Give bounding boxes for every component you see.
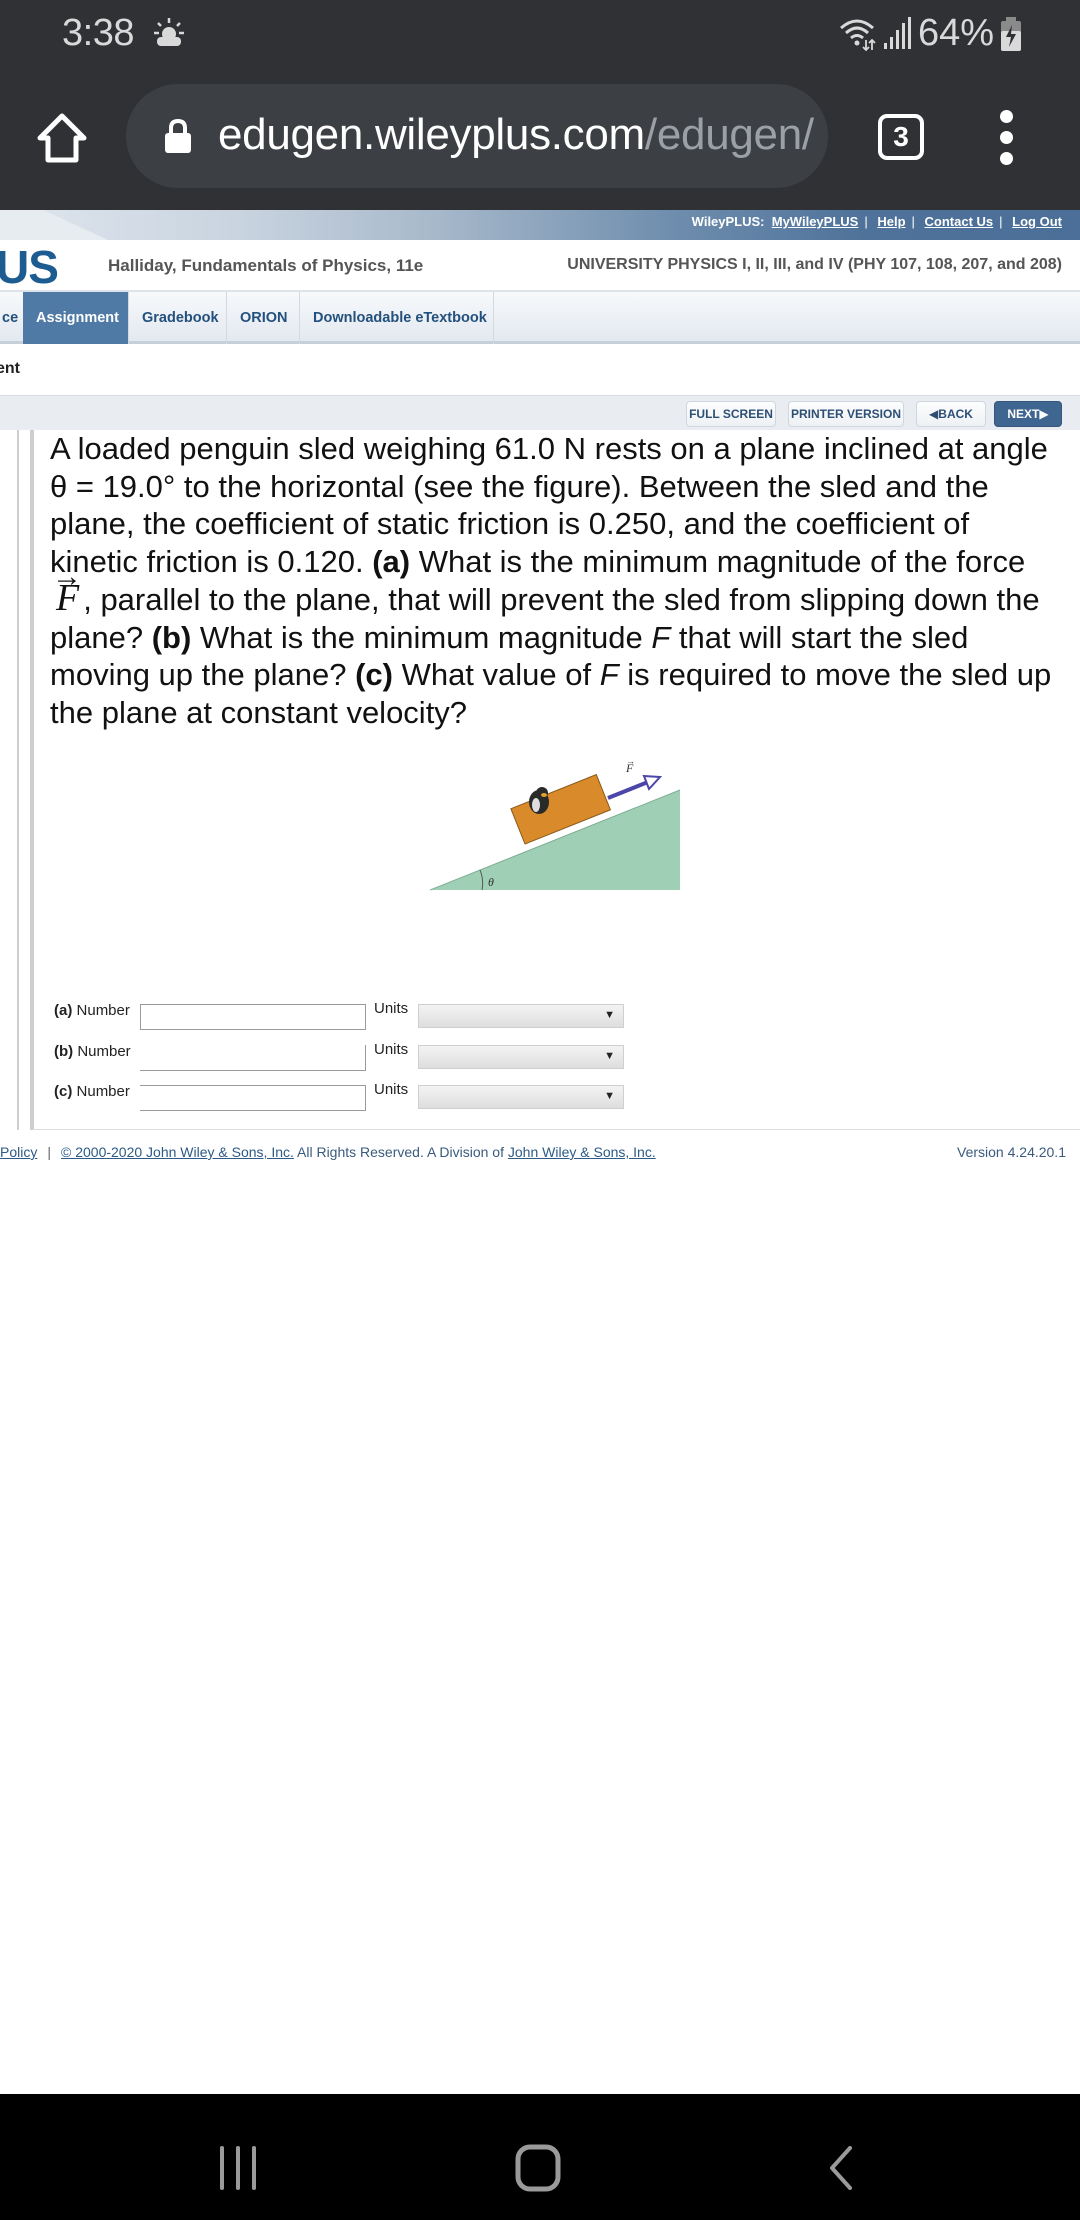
main-nav: ce Assignment Gradebook ORION Downloadab… (0, 292, 1080, 344)
force-vector-symbol: → F (52, 560, 82, 618)
answer-label: (b) Number (54, 1043, 131, 1060)
version-text: Version 4.24.20.1 (957, 1144, 1066, 1160)
recents-icon[interactable] (218, 2146, 262, 2190)
tab-downloadable-etextbook[interactable]: Downloadable eTextbook (300, 292, 494, 344)
next-button[interactable]: NEXT▶ (994, 401, 1062, 427)
utility-links-prefix: WileyPLUS: (691, 214, 765, 229)
utility-links: WileyPLUS: MyWileyPLUS | Help | Contact Us… (691, 214, 1062, 229)
question-text: A loaded penguin sled weighing 61.0 N re… (50, 430, 1060, 731)
book-title: Halliday, Fundamentals of Physics, 11e (108, 256, 424, 275)
mywileyplus-link[interactable]: MyWileyPLUS (772, 214, 859, 229)
answer-label: (a) Number (54, 1002, 130, 1019)
number-label: Number (77, 1043, 131, 1060)
battery-charging-icon (1001, 16, 1021, 51)
contact-us-link[interactable]: Contact Us (925, 214, 994, 229)
answer-b-units-select[interactable]: ▼ (418, 1045, 624, 1069)
full-screen-button[interactable]: FULL SCREEN (686, 401, 776, 427)
answer-label: (c) Number (54, 1083, 130, 1100)
address-bar[interactable]: edugen.wileyplus.com/edugen/ (126, 84, 828, 188)
copyright-link[interactable]: © 2000-2020 John Wiley & Sons, Inc. (61, 1144, 294, 1160)
angle-label: θ (488, 875, 494, 889)
lock-icon (165, 118, 191, 153)
number-label: Number (76, 1083, 130, 1100)
answer-b-number-input[interactable] (140, 1045, 366, 1071)
units-label: Units (374, 1081, 409, 1098)
force-label-arrow: → (626, 758, 635, 766)
vector-arrow-icon: → (52, 560, 82, 593)
units-label: Units (374, 1041, 409, 1058)
force-symbol: F (651, 619, 671, 655)
wiley-division-link[interactable]: John Wiley & Sons, Inc. (508, 1144, 656, 1160)
question-text-part: What is the minimum magnitude (191, 619, 652, 655)
force-symbol: F (599, 657, 619, 692)
log-out-link[interactable]: Log Out (1012, 214, 1062, 229)
question-panel: A loaded penguin sled weighing 61.0 N re… (30, 430, 1080, 1130)
panel-border (17, 430, 19, 1130)
incline-figure: F → θ (430, 758, 681, 891)
answer-row-c: (c) Number Units ▼ (54, 1081, 654, 1111)
dropdown-caret-icon: ▼ (604, 1090, 615, 1102)
force-arrow (607, 774, 663, 800)
part-b-label: (b) (151, 619, 192, 655)
clock: 3:38 (62, 12, 134, 54)
wifi-icon (839, 19, 876, 51)
tabs-icon[interactable]: 3 (878, 114, 924, 160)
back-button[interactable]: ◀BACK (916, 401, 986, 427)
partly-sunny-icon (154, 18, 184, 46)
course-title: UNIVERSITY PHYSICS I, II, III, and IV (P… (567, 256, 1062, 273)
part-c-label: (c) (355, 657, 393, 692)
dropdown-caret-icon: ▼ (604, 1009, 615, 1021)
answer-a-number-input[interactable] (140, 1004, 366, 1030)
rights-text: All Rights Reserved. A Division of (293, 1144, 508, 1160)
privacy-policy-link[interactable]: Policy (0, 1144, 37, 1160)
tab-assignment[interactable]: Assignment (23, 292, 129, 344)
url-path: /edugen/ (644, 110, 814, 159)
caret-left-icon: ◀ (929, 407, 939, 421)
url-text[interactable]: edugen.wileyplus.com/edugen/ (218, 110, 814, 160)
penguin-icon (529, 787, 549, 814)
more-vert-icon[interactable] (994, 110, 1018, 166)
back-label: BACK (938, 407, 973, 421)
home-icon[interactable] (34, 110, 90, 166)
section-heading: ent (0, 360, 20, 377)
tab-gradebook[interactable]: Gradebook (129, 292, 227, 344)
home-icon[interactable] (514, 2144, 566, 2192)
answer-row-a: (a) Number Units ▼ (54, 1000, 654, 1030)
question-text-part: What value of (392, 657, 600, 692)
browser-toolbar: edugen.wileyplus.com/edugen/ 3 (0, 66, 1080, 210)
number-label: Number (76, 1002, 130, 1019)
question-text-part: What is the minimum magnitude of the for… (410, 543, 1026, 579)
tab-count: 3 (893, 121, 909, 152)
wileyplus-logo[interactable]: US (0, 240, 59, 294)
answer-c-units-select[interactable]: ▼ (418, 1085, 624, 1109)
printer-version-button[interactable]: PRINTER VERSION (788, 401, 904, 427)
footer-links: Policy | © 2000-2020 John Wiley & Sons, In… (0, 1144, 656, 1160)
dropdown-caret-icon: ▼ (604, 1050, 615, 1062)
units-label: Units (374, 1000, 409, 1017)
battery-percent: 64% (917, 12, 994, 54)
part-label: (b) (54, 1043, 74, 1060)
part-label: (c) (54, 1083, 73, 1100)
part-a-label: (a) (372, 543, 411, 579)
answer-c-number-input[interactable] (140, 1085, 366, 1111)
answer-a-units-select[interactable]: ▼ (418, 1004, 624, 1028)
brand-row: US Halliday, Fundamentals of Physics, 11… (0, 240, 1080, 294)
tab-orion[interactable]: ORION (227, 292, 300, 344)
android-nav-bar (0, 2094, 1080, 2220)
help-link[interactable]: Help (877, 214, 905, 229)
url-domain: edugen.wileyplus.com (218, 110, 645, 159)
answer-row-b: (b) Number Units ▼ (54, 1041, 654, 1071)
caret-right-icon: ▶ (1039, 407, 1049, 421)
page-footer: Policy | © 2000-2020 John Wiley & Sons, In… (0, 1138, 1080, 1168)
status-icons: 64% (838, 12, 1022, 55)
question-toolbar: FULL SCREEN PRINTER VERSION ◀BACK NEXT▶ (0, 396, 1080, 430)
next-label: NEXT (1007, 407, 1040, 421)
back-icon[interactable] (826, 2146, 856, 2190)
part-label: (a) (54, 1002, 73, 1019)
section-heading-row: ent (0, 346, 1080, 396)
status-bar: 3:38 64% (0, 0, 1080, 66)
signal-icon (883, 16, 911, 49)
